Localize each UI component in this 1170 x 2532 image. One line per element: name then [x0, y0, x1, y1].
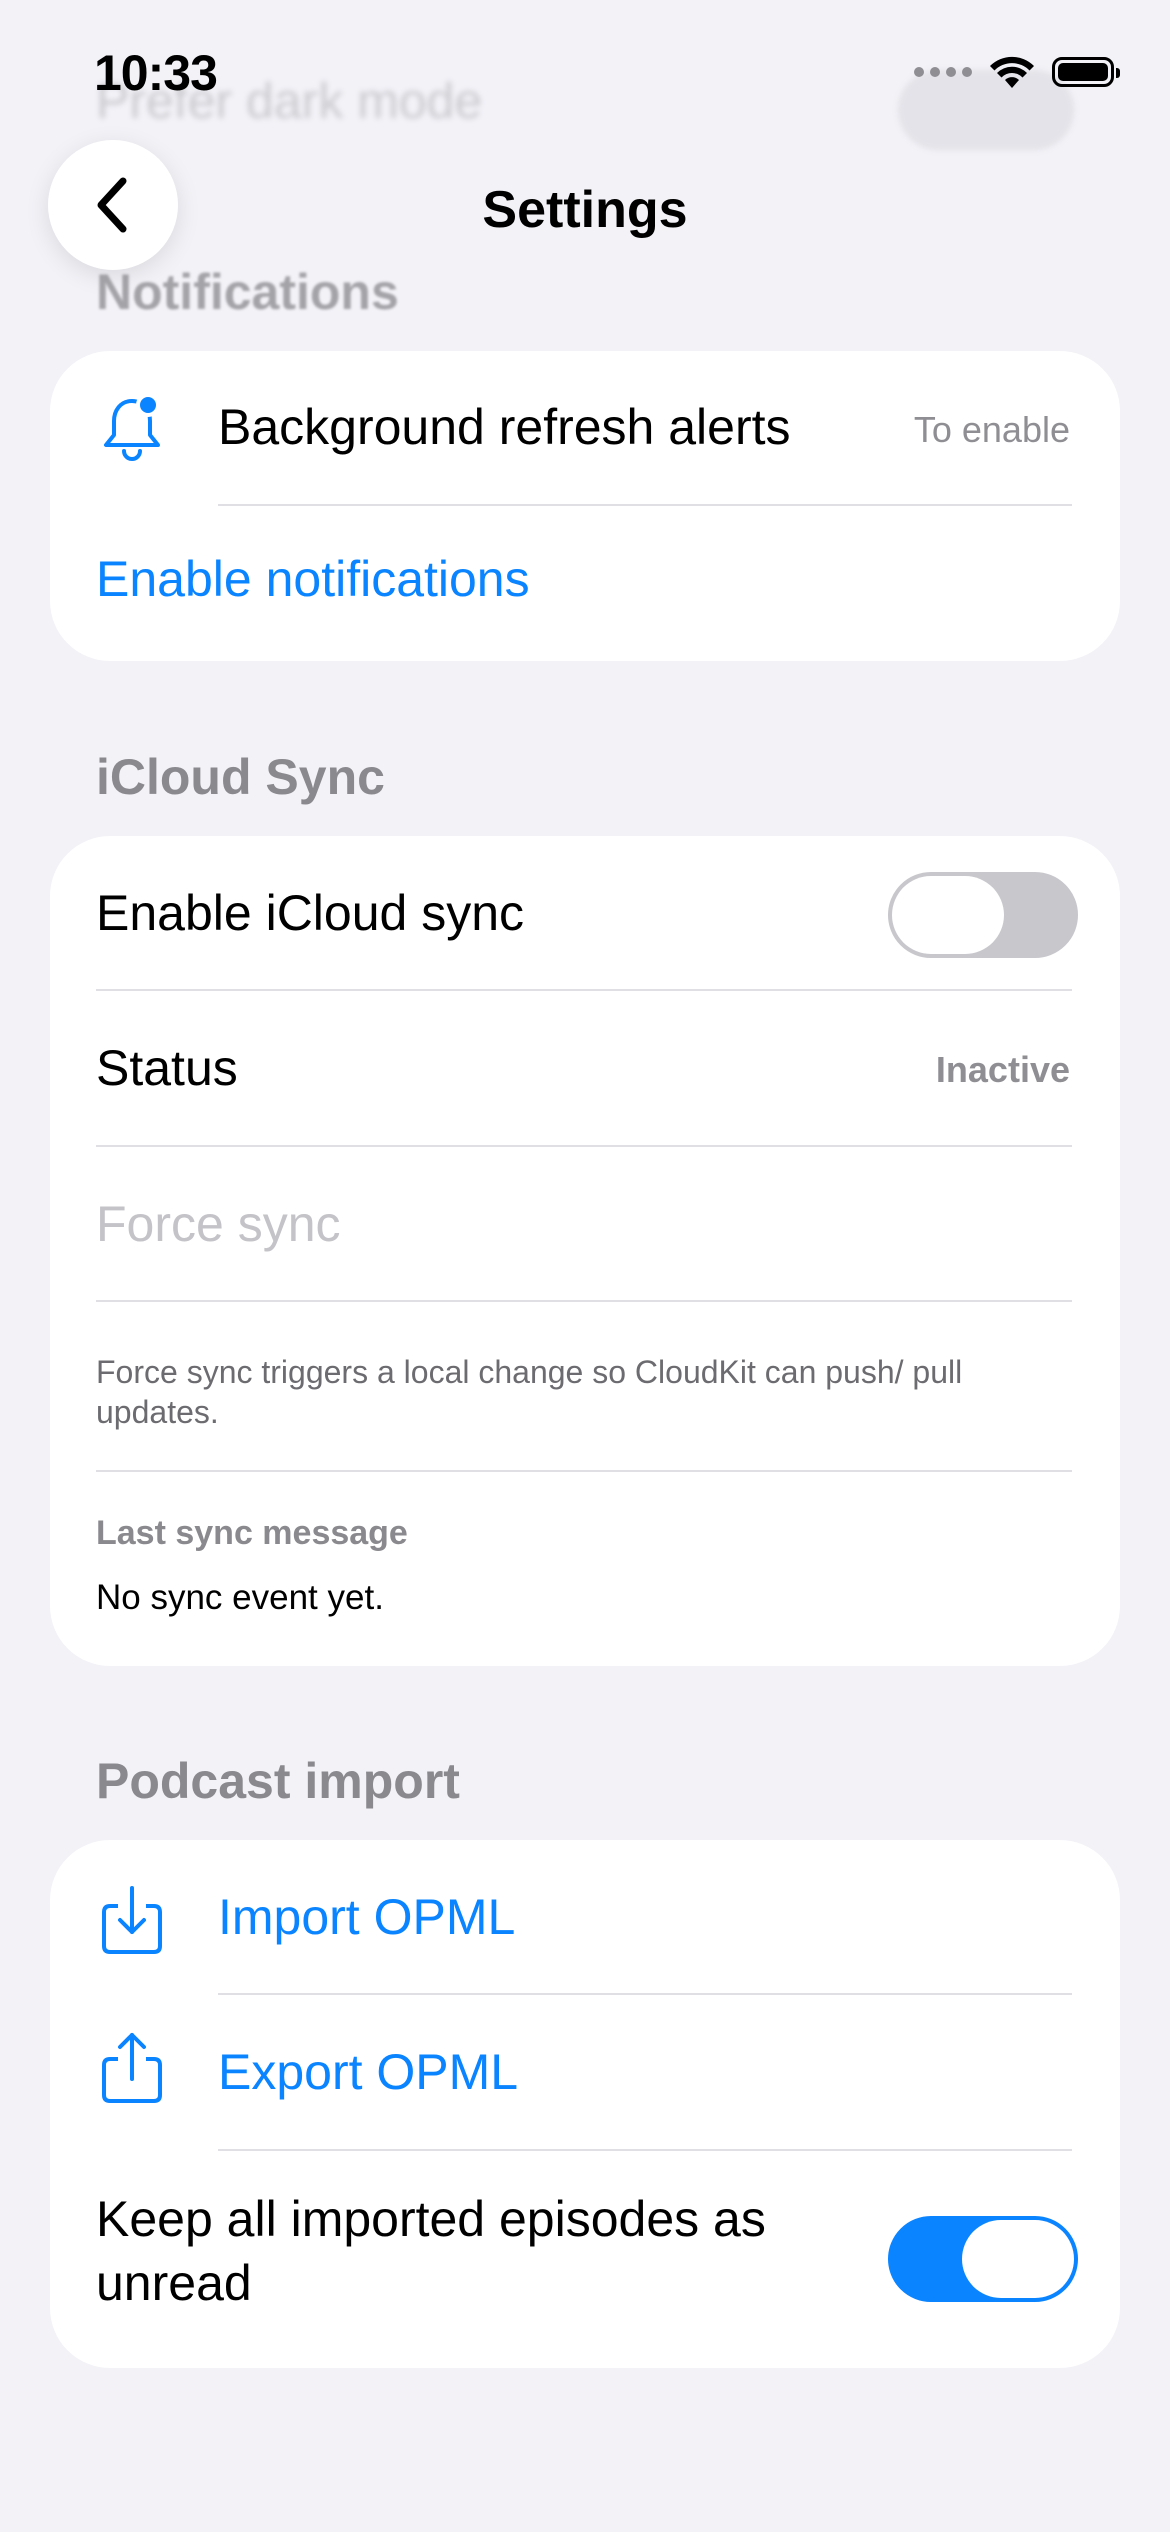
export-opml-label: Export OPML [218, 2044, 519, 2100]
background-refresh-alerts-row[interactable]: Background refresh alerts To enable [50, 351, 1120, 506]
notifications-card: Background refresh alerts To enable Enab… [50, 351, 1120, 661]
last-sync-message: No sync event yet. [96, 1578, 384, 1617]
background-refresh-alerts-label: Background refresh alerts [218, 399, 791, 455]
export-opml-row[interactable]: Export OPML [50, 1995, 1120, 2151]
force-sync-row: Force sync [50, 1147, 1120, 1302]
navigation-bar: Settings [0, 140, 1170, 270]
section-header-podcast-import: Podcast import [96, 1753, 460, 1809]
wifi-icon [990, 56, 1034, 88]
battery-icon [1052, 57, 1120, 87]
enable-icloud-sync-toggle[interactable] [888, 872, 1078, 958]
section-header-icloud-sync: iCloud Sync [96, 749, 385, 805]
status-value: Inactive [935, 1049, 1070, 1090]
cellular-signal-icon [914, 67, 972, 77]
status-time: 10:33 [94, 45, 218, 101]
import-opml-row[interactable]: Import OPML [50, 1840, 1120, 1995]
status-label: Status [96, 1040, 238, 1096]
toggle-knob [962, 2220, 1074, 2298]
force-sync-footnote: Force sync triggers a local change so Cl… [96, 1354, 963, 1430]
toggle-knob [892, 876, 1004, 954]
status-row: Status Inactive [50, 991, 1120, 1147]
keep-unread-toggle[interactable] [888, 2216, 1078, 2302]
background-refresh-alerts-value: To enable [913, 409, 1070, 450]
status-bar: Prefer dark mode 10:33 [0, 0, 1170, 150]
last-sync-heading: Last sync message [96, 1514, 408, 1552]
podcast-import-card: Import OPML Export OPML Keep all importe… [50, 1840, 1120, 2368]
enable-icloud-sync-row: Enable iCloud sync [50, 836, 1120, 991]
keep-unread-row: Keep all imported episodes as unread [50, 2151, 1120, 2368]
force-sync-button[interactable]: Force sync [96, 1195, 341, 1253]
force-sync-footnote-row: Force sync triggers a local change so Cl… [50, 1302, 1120, 1472]
keep-unread-label: Keep all imported episodes as unread [96, 2191, 766, 2311]
page-title: Settings [482, 181, 688, 239]
status-icons [914, 52, 1120, 92]
last-sync-row: Last sync message No sync event yet. [50, 1472, 1120, 1666]
square-arrow-up-icon [102, 2033, 162, 2103]
tray-arrow-down-icon [102, 1886, 162, 1954]
section-header-notifications: Notifications [96, 264, 399, 320]
enable-notifications-row[interactable]: Enable notifications [50, 506, 1120, 661]
bell-badge-icon [104, 393, 160, 461]
icloud-sync-card: Enable iCloud sync Status Inactive Force… [50, 836, 1120, 1666]
import-opml-label: Import OPML [218, 1889, 516, 1945]
enable-notifications-button[interactable]: Enable notifications [96, 550, 530, 608]
enable-icloud-sync-label: Enable iCloud sync [96, 885, 525, 941]
